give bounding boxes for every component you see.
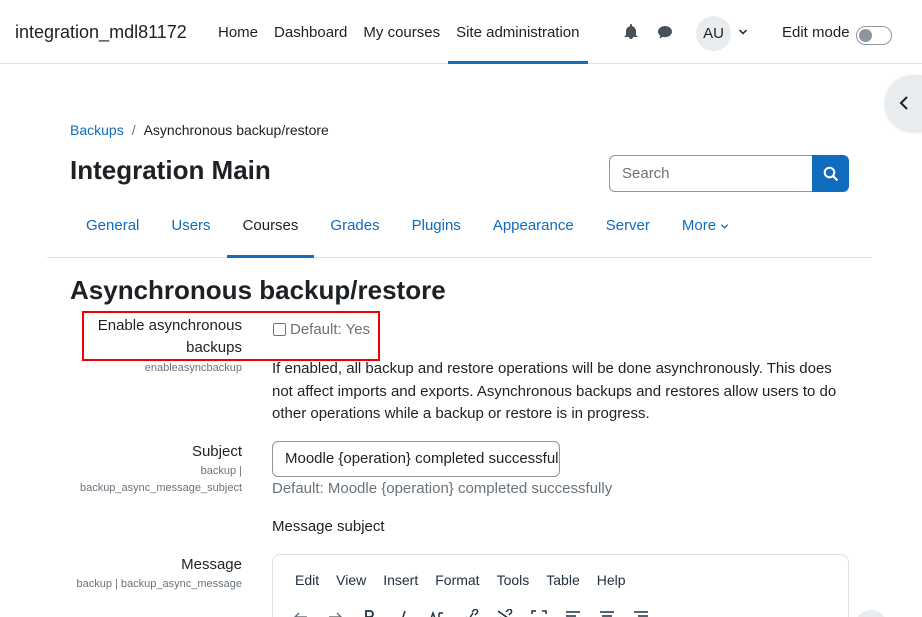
setting-label-subject: Subject <box>191 443 242 460</box>
chevron-left-icon <box>899 96 908 110</box>
subject-default-text: Default: Moodle {operation} completed su… <box>272 480 613 497</box>
setting-key-line: backup | <box>200 465 242 477</box>
editor-menubar: Edit View Insert Format Tools Table Help <box>295 572 643 588</box>
tab-general[interactable]: General <box>70 195 155 257</box>
user-avatar[interactable]: AU <box>696 16 731 51</box>
language-icon[interactable] <box>427 609 447 617</box>
search-icon <box>823 166 839 182</box>
tab-appearance[interactable]: Appearance <box>477 195 590 257</box>
nav-link-dashboard[interactable]: Dashboard <box>266 0 355 63</box>
tab-server[interactable]: Server <box>590 195 666 257</box>
chat-icon[interactable] <box>657 24 673 40</box>
tab-grades[interactable]: Grades <box>314 195 395 257</box>
nav-link-my-courses[interactable]: My courses <box>355 0 448 63</box>
link-icon[interactable] <box>461 609 481 617</box>
setting-key-async: enableasyncbackup <box>144 362 242 374</box>
editor-toolbar <box>291 609 651 617</box>
bold-icon[interactable] <box>359 609 379 617</box>
navbar: integration_mdl81172 Home Dashboard My c… <box>0 0 922 64</box>
admin-search <box>609 155 849 192</box>
edit-mode-label: Edit mode <box>782 24 850 41</box>
edit-mode-toggle[interactable] <box>856 26 892 45</box>
setting-label-line: Enable asynchronous <box>97 317 242 334</box>
section-title: Asynchronous backup/restore <box>70 275 446 305</box>
editor-menu-help[interactable]: Help <box>597 572 634 588</box>
admin-tabs: General Users Courses Grades Plugins App… <box>47 195 872 258</box>
scroll-to-top-button[interactable] <box>855 610 887 617</box>
subject-input[interactable]: Moodle {operation} completed successfull… <box>272 441 560 477</box>
editor-menu-table[interactable]: Table <box>546 572 587 588</box>
align-center-icon[interactable] <box>597 609 617 617</box>
search-input[interactable] <box>609 155 813 192</box>
undo-icon[interactable] <box>291 609 311 617</box>
enable-async-checkbox[interactable] <box>273 323 286 336</box>
breadcrumb-current: Asynchronous backup/restore <box>143 122 329 138</box>
align-right-icon[interactable] <box>631 609 651 617</box>
message-editor[interactable]: Edit View Insert Format Tools Table Help <box>272 554 849 617</box>
nav-link-home[interactable]: Home <box>210 0 266 63</box>
setting-key-message: backup | backup_async_message <box>76 578 242 590</box>
site-brand[interactable]: integration_mdl81172 <box>15 22 187 43</box>
tab-more-label: More <box>681 217 717 234</box>
editor-menu-insert[interactable]: Insert <box>383 572 426 588</box>
align-left-icon[interactable] <box>563 609 583 617</box>
chevron-down-icon[interactable] <box>738 27 748 37</box>
setting-label-line: backups <box>186 339 242 356</box>
editor-menu-view[interactable]: View <box>336 572 374 588</box>
fullscreen-icon[interactable] <box>529 609 549 617</box>
setting-key-line: backup_async_message_subject <box>79 482 242 494</box>
unlink-icon[interactable] <box>495 609 515 617</box>
page-header: Integration Main <box>70 155 271 185</box>
toggle-knob <box>859 29 872 42</box>
tab-users[interactable]: Users <box>155 195 226 257</box>
async-checkbox-row: Default: Yes <box>273 321 370 338</box>
search-button[interactable] <box>812 155 849 192</box>
async-description: If enabled, all backup and restore opera… <box>272 360 837 422</box>
breadcrumb-separator: / <box>131 122 136 138</box>
editor-menu-tools[interactable]: Tools <box>497 572 538 588</box>
nav-link-site-administration[interactable]: Site administration <box>448 0 588 64</box>
bell-icon[interactable] <box>623 24 639 40</box>
setting-key-subject: backup | backup_async_message_subject <box>80 463 242 497</box>
subject-help-text: Message subject <box>272 518 385 535</box>
breadcrumb: Backups / Asynchronous backup/restore <box>70 122 329 138</box>
open-block-drawer-button[interactable] <box>885 75 922 131</box>
italic-icon[interactable] <box>393 609 413 617</box>
chevron-down-icon <box>720 223 729 229</box>
editor-menu-edit[interactable]: Edit <box>295 572 327 588</box>
tab-plugins[interactable]: Plugins <box>396 195 477 257</box>
editor-menu-format[interactable]: Format <box>435 572 487 588</box>
breadcrumb-link-backups[interactable]: Backups <box>70 122 124 138</box>
setting-label-async: Enable asynchronous backups <box>98 315 242 359</box>
tab-courses[interactable]: Courses <box>226 195 315 258</box>
setting-label-message: Message <box>181 556 242 573</box>
async-default-text: Default: Yes <box>290 321 371 338</box>
tab-more[interactable]: More <box>666 195 745 257</box>
redo-icon[interactable] <box>325 609 345 617</box>
primary-navigation: Home Dashboard My courses Site administr… <box>210 0 588 64</box>
